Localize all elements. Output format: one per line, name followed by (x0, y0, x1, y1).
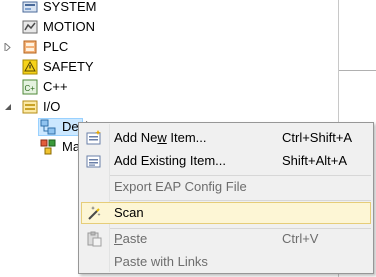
menu-item-label: Export EAP Config File (114, 179, 247, 194)
tree-item-label: C++ (43, 79, 68, 94)
plc-icon (22, 39, 38, 55)
menu-item-scan[interactable]: Scan (81, 202, 371, 224)
menu-item-label: Add New Item... (114, 130, 207, 145)
tree-item-label: SAFETY (43, 59, 94, 74)
tree-item-system[interactable]: SYSTEM (0, 0, 130, 17)
magic-wand-icon (86, 205, 102, 221)
devices-icon (40, 119, 56, 135)
svg-text:C+: C+ (25, 84, 36, 93)
io-icon (22, 99, 38, 115)
tree-item-cpp[interactable]: C+ C++ (0, 77, 130, 97)
system-icon (22, 0, 38, 15)
menu-item-add-new-item[interactable]: Add New Item... Ctrl+Shift+A (81, 127, 371, 149)
cpp-icon: C+ (22, 79, 38, 95)
menu-item-export-eap-config-file[interactable]: Export EAP Config File (81, 176, 371, 198)
tree-item-safety[interactable]: SAFETY (0, 57, 130, 77)
tree-item-io[interactable]: I/O (0, 97, 130, 117)
menu-item-add-existing-item[interactable]: Add Existing Item... Shift+Alt+A (81, 150, 371, 172)
tree-item-motion[interactable]: MOTION (0, 17, 130, 37)
mappings-icon (40, 139, 56, 155)
menu-item-label: Add Existing Item... (114, 153, 226, 168)
safety-icon (22, 59, 38, 75)
tree-item-label: PLC (43, 39, 69, 54)
menu-item-label: Paste (114, 231, 148, 246)
expand-arrow-icon[interactable] (4, 43, 12, 51)
panel-divider-horizontal (339, 70, 376, 71)
motion-icon (22, 19, 38, 35)
paste-icon (86, 231, 102, 247)
menu-item-paste[interactable]: Paste Ctrl+V (81, 228, 371, 250)
menu-item-shortcut: Ctrl+Shift+A (282, 130, 353, 145)
menu-item-label: Paste with Links (114, 254, 208, 269)
context-menu: Add New Item... Ctrl+Shift+A Add Existin… (78, 122, 374, 274)
menu-item-paste-with-links[interactable]: Paste with Links (81, 251, 371, 273)
tree-item-label: SYSTEM (43, 0, 97, 14)
tree-item-label: MOTION (43, 19, 95, 34)
add-existing-item-icon (86, 153, 102, 169)
tree-item-plc[interactable]: PLC (0, 37, 130, 57)
menu-item-label: Scan (114, 205, 144, 220)
tree-item-label: I/O (43, 99, 61, 114)
menu-item-shortcut: Shift+Alt+A (282, 153, 348, 168)
menu-separator (110, 200, 371, 201)
add-new-item-icon (86, 130, 102, 146)
menu-item-shortcut: Ctrl+V (282, 231, 319, 246)
collapse-arrow-icon[interactable] (4, 103, 12, 111)
